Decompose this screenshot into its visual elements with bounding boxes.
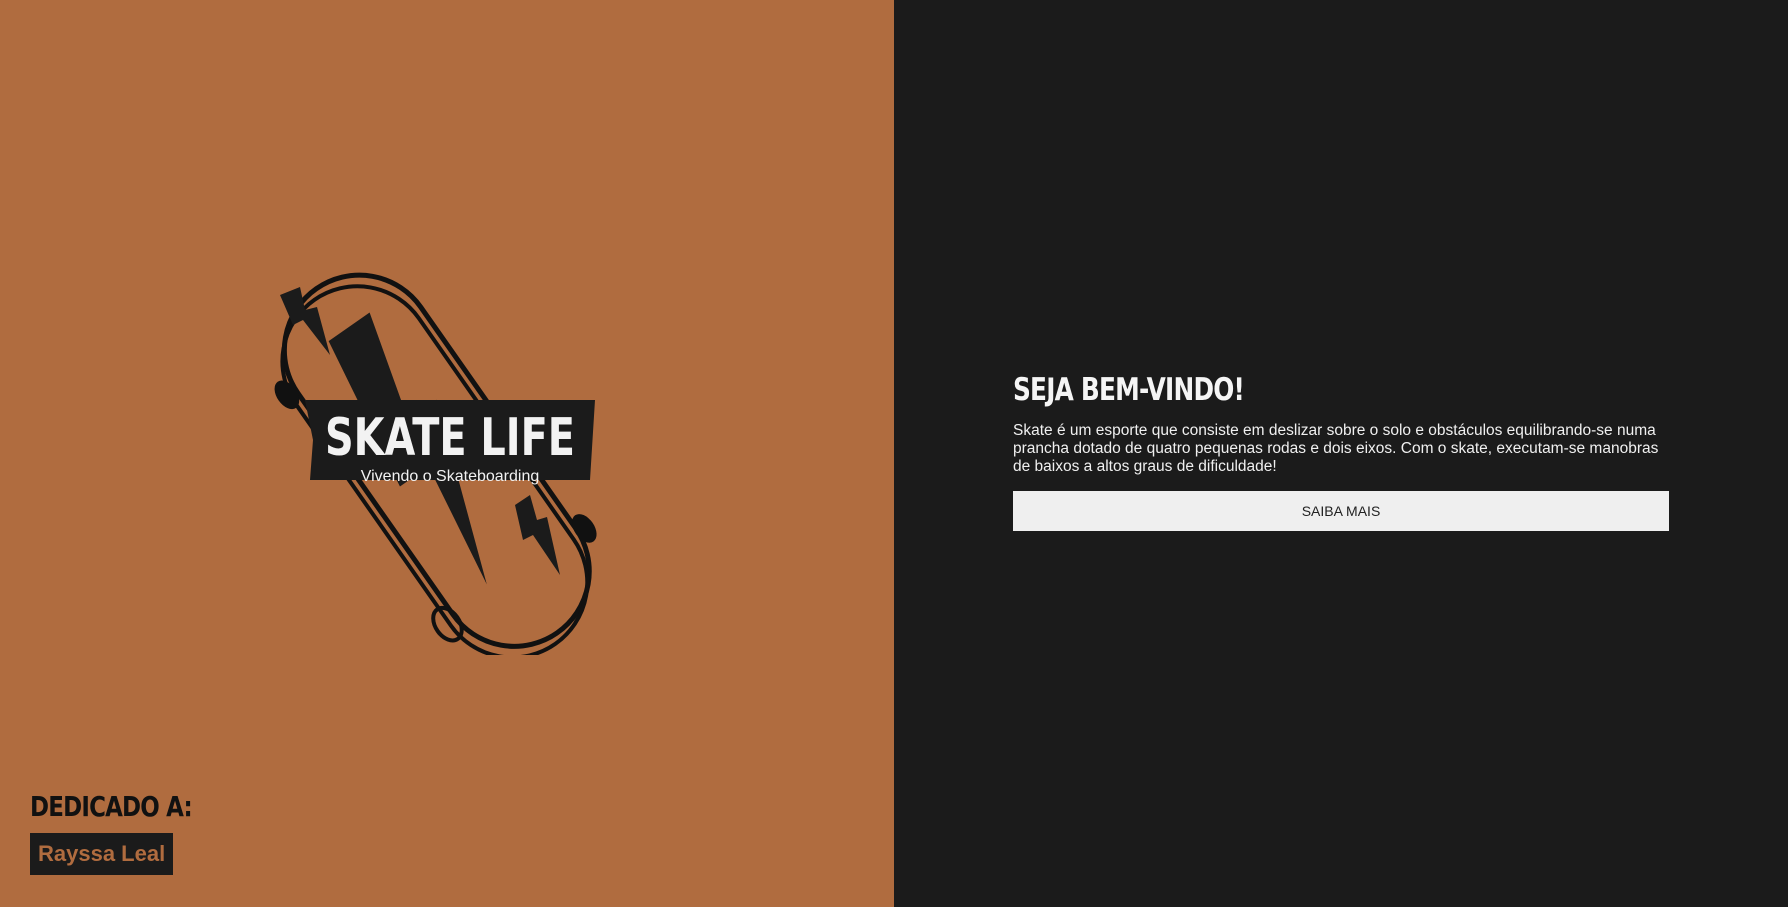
dedication-name: Rayssa Leal [30, 833, 174, 875]
dedication-section: DEDICADO A: Rayssa Leal [30, 790, 227, 875]
dedication-heading: DEDICADO A: [30, 790, 193, 823]
learn-more-button[interactable]: SAIBA MAIS [1013, 491, 1669, 531]
welcome-section: SEJA BEM-VINDO! Skate é um esporte que c… [1013, 372, 1669, 531]
logo-subtitle: Vivendo o Skateboarding [361, 468, 540, 485]
left-panel: SKATE LIFE Vivendo o Skateboarding DEDIC… [0, 0, 894, 907]
right-panel: SEJA BEM-VINDO! Skate é um esporte que c… [894, 0, 1788, 907]
logo-title: SKATE LIFE [325, 408, 575, 468]
skateboard-logo: SKATE LIFE Vivendo o Skateboarding [274, 272, 597, 655]
welcome-heading: SEJA BEM-VINDO! [1013, 372, 1245, 408]
welcome-text: Skate é um esporte que consiste em desli… [1013, 422, 1659, 475]
